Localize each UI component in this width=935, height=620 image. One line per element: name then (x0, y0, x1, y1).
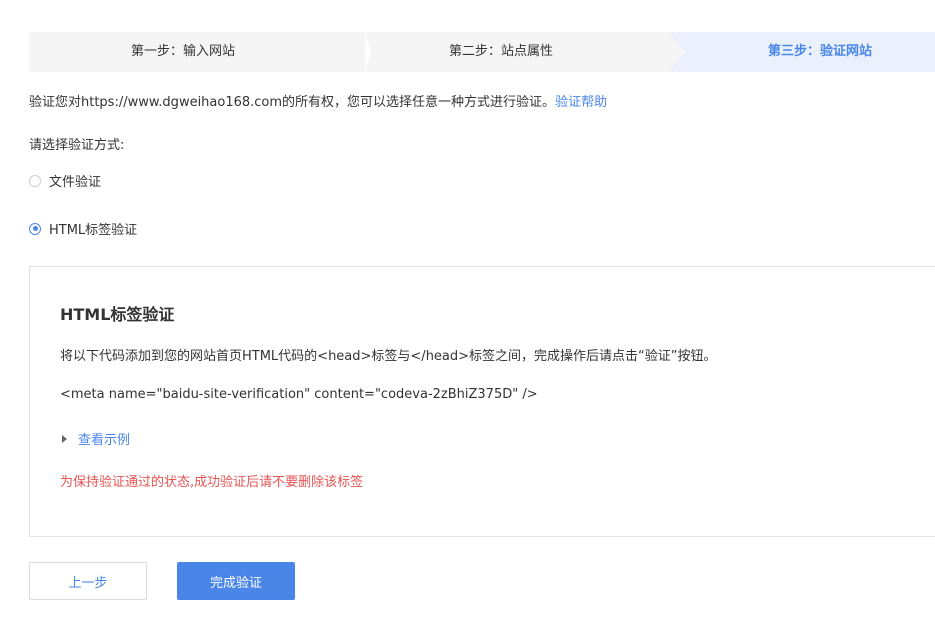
option-file-label: 文件验证 (49, 175, 102, 190)
option-file-verification[interactable]: 文件验证 (29, 171, 101, 190)
step-3-active: 第三步：验证网站 (669, 32, 935, 72)
step-3-label: 第三步：验证网站 (768, 44, 873, 59)
panel-title: HTML标签验证 (60, 305, 175, 324)
option-html-verification[interactable]: HTML标签验证 (29, 219, 137, 238)
step-1-label: 第一步：输入网站 (131, 44, 236, 59)
html-verification-panel: HTML标签验证 将以下代码添加到您的网站首页HTML代码的<head>标签与<… (29, 266, 935, 537)
caret-right-icon (62, 434, 67, 443)
option-html-label: HTML标签验证 (49, 223, 138, 238)
prev-step-button[interactable]: 上一步 (29, 562, 147, 600)
radio-file[interactable] (29, 174, 41, 187)
radio-html[interactable] (29, 222, 41, 235)
complete-verification-button[interactable]: 完成验证 (177, 562, 295, 600)
step-separator-2 (669, 32, 685, 72)
view-example-toggle[interactable]: 查看示例 (62, 429, 130, 448)
warning-text: 为保持验证通过的状态,成功验证后请不要删除该标签 (60, 475, 364, 490)
step-1: 第一步：输入网站 (29, 32, 369, 72)
choose-method-label: 请选择验证方式: (29, 138, 125, 153)
view-example-label: 查看示例 (78, 433, 131, 448)
page: 第一步：输入网站 第二步：站点属性 第三步：验证网站 验证您对https://w… (0, 0, 935, 620)
steps-bar: 第一步：输入网站 第二步：站点属性 第三步：验证网站 (29, 32, 935, 72)
step-separator-1 (365, 32, 371, 72)
step-2-label: 第二步：站点属性 (449, 44, 554, 59)
step-2: 第二步：站点属性 (369, 32, 669, 72)
intro-text: 验证您对https://www.dgweihao168.com的所有权，您可以选… (29, 91, 607, 110)
verification-code: <meta name="baidu-site-verification" con… (60, 387, 538, 402)
help-link[interactable]: 验证帮助 (555, 95, 607, 110)
intro-message: 验证您对https://www.dgweihao168.com的所有权，您可以选… (29, 95, 556, 110)
panel-description: 将以下代码添加到您的网站首页HTML代码的<head>标签与</head>标签之… (60, 349, 717, 364)
